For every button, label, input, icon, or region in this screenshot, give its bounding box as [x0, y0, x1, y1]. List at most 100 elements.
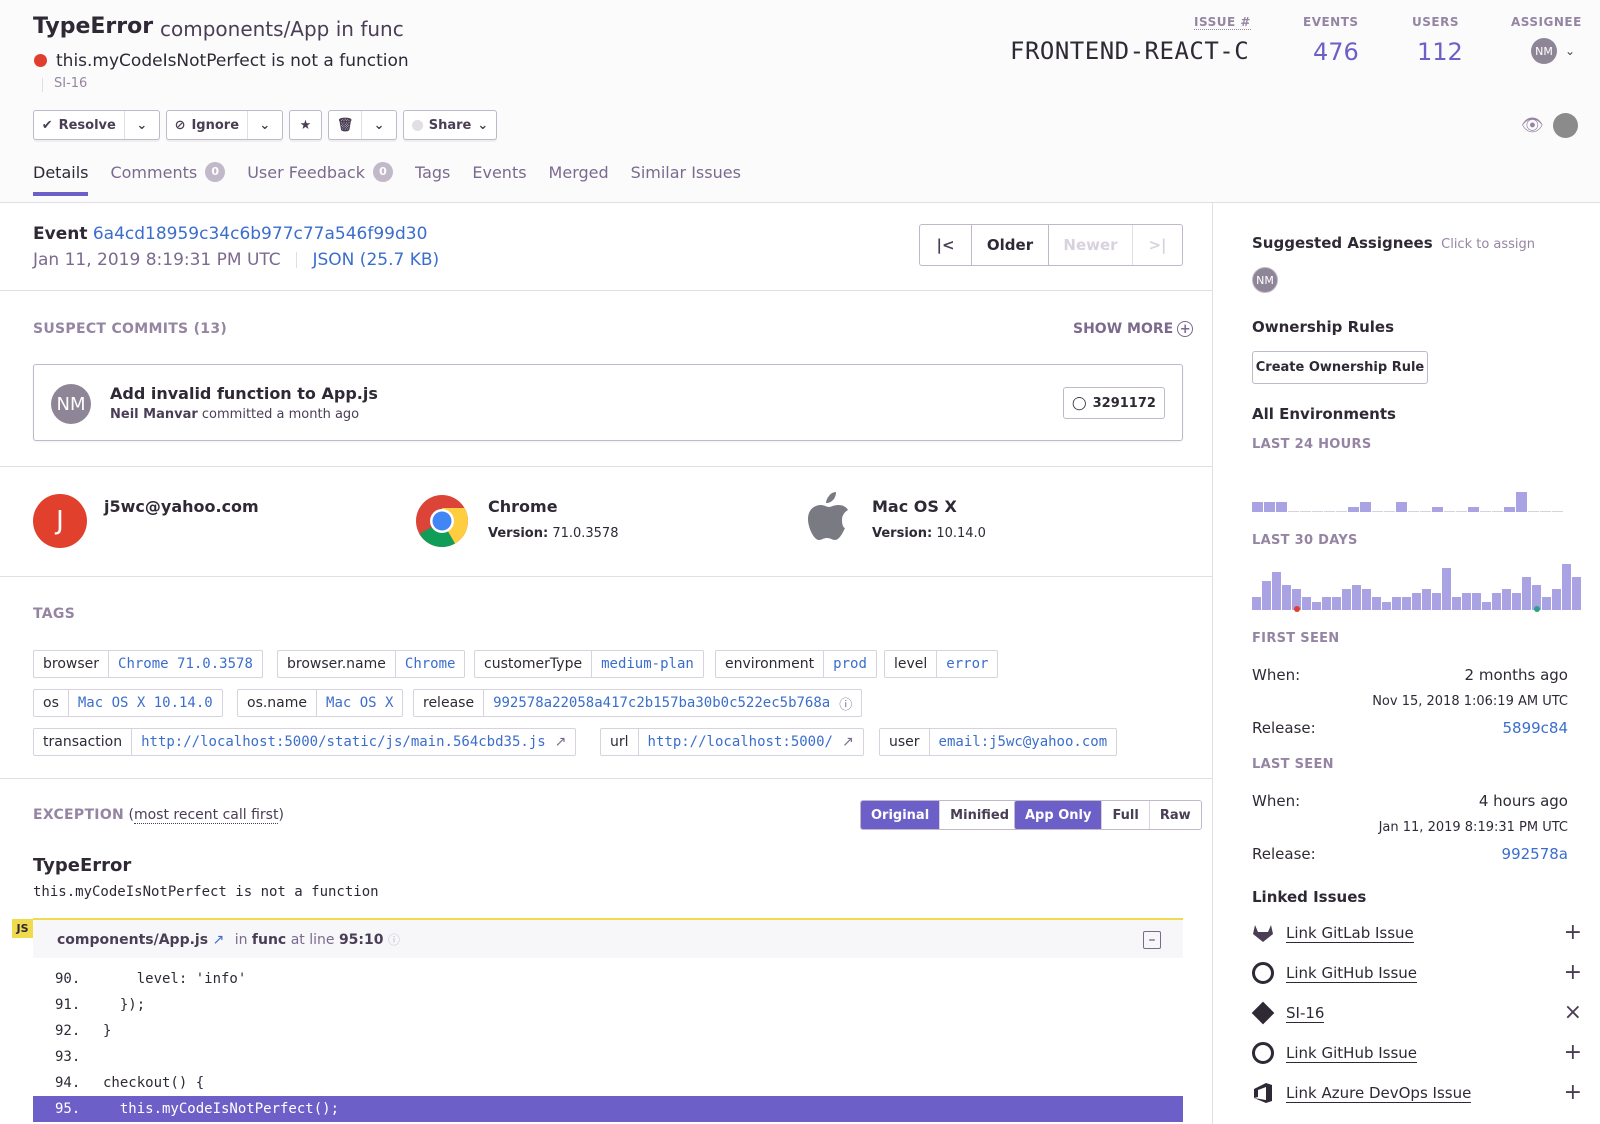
- first-seen-release[interactable]: 5899c84: [1502, 719, 1568, 737]
- tag-value[interactable]: email:j5wc@yahoo.com: [930, 734, 1117, 750]
- link-github-issue[interactable]: Link GitHub Issue: [1286, 1044, 1418, 1063]
- tag-value[interactable]: medium-plan: [592, 656, 703, 672]
- tag-pill[interactable]: release 992578a22058a417c2b157ba30b0c522e…: [413, 689, 863, 717]
- eye-icon[interactable]: 👁: [1521, 115, 1544, 136]
- help-icon[interactable]: ⓘ: [388, 933, 400, 947]
- tag-key: transaction: [34, 729, 133, 755]
- tab-label: Details: [33, 162, 89, 182]
- resolve-button[interactable]: ✔ Resolve: [34, 111, 125, 139]
- raw-button[interactable]: Raw: [1149, 801, 1201, 829]
- first-seen-release-label: Release:: [1252, 719, 1316, 737]
- tab-similar-issues[interactable]: Similar Issues: [631, 162, 741, 196]
- chart-bar: [1542, 597, 1551, 610]
- chart-bar: [1462, 593, 1471, 610]
- tag-value[interactable]: http://localhost:5000/static/js/main.564…: [132, 734, 555, 750]
- tag-pill[interactable]: user email:j5wc@yahoo.com: [879, 728, 1118, 756]
- tag-pill[interactable]: browser.name Chrome: [277, 650, 466, 678]
- tag-value[interactable]: Chrome: [396, 656, 465, 672]
- chart-bar: [1492, 511, 1503, 512]
- tag-pill[interactable]: os.name Mac OS X: [237, 689, 404, 717]
- show-more-button[interactable]: SHOW MORE +: [1073, 321, 1194, 337]
- chart-bar: [1492, 593, 1501, 610]
- event-meta: Jan 11, 2019 8:19:31 PM UTC JSON (25.7 K…: [33, 250, 439, 270]
- bookmark-button[interactable]: ★: [289, 110, 322, 140]
- tag-value[interactable]: Mac OS X 10.14.0: [69, 695, 222, 711]
- tag-value[interactable]: Mac OS X: [317, 695, 402, 711]
- event-id-link[interactable]: 6a4cd18959c34c6b977c77a546f99d30: [93, 224, 428, 244]
- chart-bar: [1262, 581, 1271, 610]
- add-link-button[interactable]: +: [1564, 962, 1582, 984]
- chart-bar: [1272, 572, 1281, 610]
- tag-value[interactable]: error: [937, 656, 997, 672]
- short-id[interactable]: SI-16: [41, 76, 87, 92]
- resolve-dropdown[interactable]: ⌄: [125, 111, 159, 139]
- link-gitlab-issue[interactable]: Link GitLab Issue: [1286, 924, 1414, 943]
- collapse-frame-button[interactable]: –: [1143, 931, 1161, 949]
- chart-bar: [1352, 585, 1361, 610]
- linked-jira-issue[interactable]: SI-16: [1286, 1004, 1325, 1023]
- tag-value[interactable]: Chrome 71.0.3578: [109, 656, 262, 672]
- event-label: Event: [33, 224, 88, 244]
- delete-dropdown[interactable]: ⌄: [362, 111, 396, 139]
- tab-comments[interactable]: Comments 0: [110, 162, 226, 196]
- tab-events[interactable]: Events: [472, 162, 526, 196]
- share-button[interactable]: Share ⌄: [403, 110, 497, 140]
- issue-type: TypeError: [33, 14, 154, 39]
- tag-pill[interactable]: customerType medium-plan: [474, 650, 704, 678]
- older-event-button[interactable]: Older: [972, 225, 1049, 265]
- external-link-icon[interactable]: ↗: [555, 734, 576, 750]
- chart-bar: [1552, 511, 1563, 512]
- info-icon[interactable]: ⓘ: [839, 694, 861, 713]
- linked-issues-title: Linked Issues: [1252, 888, 1367, 906]
- tag-value[interactable]: http://localhost:5000/: [639, 734, 842, 750]
- link-github-issue[interactable]: Link GitHub Issue: [1286, 964, 1418, 983]
- tab-details[interactable]: Details: [33, 162, 89, 196]
- suggested-assignee-avatar[interactable]: NM: [1252, 267, 1278, 293]
- ignore-dropdown[interactable]: ⌄: [248, 111, 282, 139]
- tag-pill[interactable]: level error: [884, 650, 999, 678]
- external-link-icon[interactable]: ↗: [213, 932, 225, 948]
- tag-pill[interactable]: os Mac OS X 10.14.0: [33, 689, 223, 717]
- tag-pill[interactable]: browser Chrome 71.0.3578: [33, 650, 263, 678]
- newest-event-button[interactable]: >|: [1133, 225, 1182, 265]
- line-number: 91.: [55, 997, 81, 1013]
- minified-button[interactable]: Minified: [940, 801, 1020, 829]
- line-code: }: [103, 1023, 112, 1039]
- unlink-button[interactable]: ×: [1564, 1002, 1582, 1024]
- ignore-button[interactable]: ⊘ Ignore: [167, 111, 248, 139]
- tag-value[interactable]: 992578a22058a417c2b157ba30b0c522ec5b768a: [484, 695, 839, 711]
- original-button[interactable]: Original: [861, 801, 941, 829]
- last-seen-release[interactable]: 992578a: [1502, 845, 1568, 863]
- frame-header[interactable]: components/App.js ↗ in func at line 95:1…: [33, 918, 1183, 958]
- chart-bar: [1512, 593, 1521, 610]
- create-ownership-rule-button[interactable]: Create Ownership Rule: [1252, 351, 1428, 384]
- assignee-selector[interactable]: NM ⌄: [1531, 38, 1575, 64]
- commit-sha-button[interactable]: ◯ 3291172: [1063, 387, 1165, 419]
- tag-value[interactable]: prod: [824, 656, 876, 672]
- add-link-button[interactable]: +: [1564, 1082, 1582, 1104]
- external-link-icon[interactable]: ↗: [842, 734, 863, 750]
- add-link-button[interactable]: +: [1564, 1042, 1582, 1064]
- tag-pill[interactable]: transaction http://localhost:5000/static/…: [33, 728, 577, 756]
- tab-tags[interactable]: Tags: [415, 162, 450, 196]
- app-only-button[interactable]: App Only: [1015, 801, 1103, 829]
- events-count[interactable]: 476: [1313, 38, 1359, 66]
- tab-merged[interactable]: Merged: [549, 162, 609, 196]
- commit-meta: Neil Manvar committed a month ago: [110, 407, 359, 422]
- full-button[interactable]: Full: [1102, 801, 1150, 829]
- linked-issue-jira: SI-16 ×: [1251, 998, 1582, 1028]
- users-count[interactable]: 112: [1417, 38, 1463, 66]
- chart-bar: [1384, 511, 1395, 512]
- oldest-event-button[interactable]: |<: [920, 225, 972, 265]
- resolve-button-group: ✔ Resolve ⌄: [33, 110, 160, 140]
- link-azure-devops-issue[interactable]: Link Azure DevOps Issue: [1286, 1084, 1472, 1103]
- event-json-link[interactable]: JSON (25.7 KB): [313, 250, 440, 270]
- newer-event-button[interactable]: Newer: [1049, 225, 1133, 265]
- tag-pill[interactable]: url http://localhost:5000/↗: [600, 728, 864, 756]
- add-link-button[interactable]: +: [1564, 922, 1582, 944]
- tag-pill[interactable]: environment prod: [715, 650, 877, 678]
- github-icon: [1252, 1042, 1274, 1064]
- chart-bar: [1552, 589, 1561, 610]
- tab-user-feedback[interactable]: User Feedback 0: [247, 162, 393, 196]
- delete-button[interactable]: 🗑: [329, 111, 363, 139]
